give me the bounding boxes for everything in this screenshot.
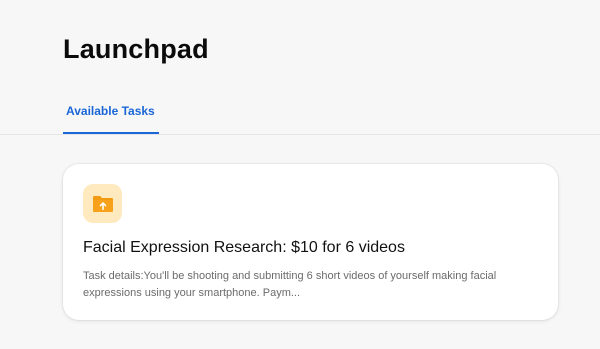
task-card[interactable]: Facial Expression Research: $10 for 6 vi… bbox=[63, 164, 558, 320]
tab-bar: Available Tasks bbox=[0, 96, 600, 135]
page-title: Launchpad bbox=[63, 34, 209, 64]
task-details: Task details:You'll be shooting and subm… bbox=[83, 270, 497, 299]
task-title: Facial Expression Research: $10 for 6 vi… bbox=[83, 239, 405, 256]
tab-available-tasks[interactable]: Available Tasks bbox=[63, 96, 159, 134]
upload-folder-icon bbox=[83, 184, 122, 223]
